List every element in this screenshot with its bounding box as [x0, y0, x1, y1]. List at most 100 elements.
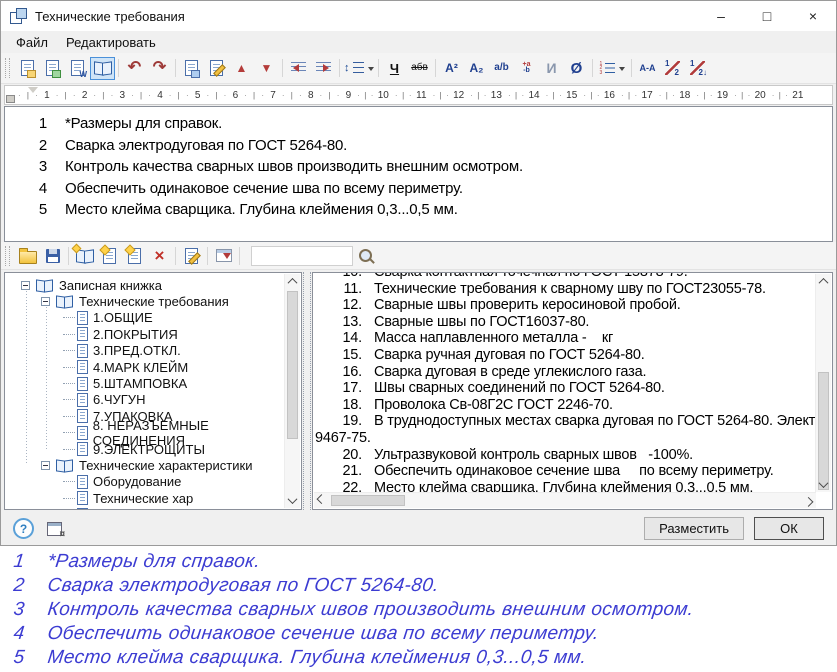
requirements-text-editor[interactable]: 1*Размеры для справок.2Сварка электродуг… — [4, 106, 833, 242]
superscript-icon[interactable]: A² — [439, 57, 464, 80]
maximize-button[interactable]: □ — [744, 1, 790, 31]
search-icon[interactable] — [353, 244, 378, 267]
ok-button[interactable]: ОК — [754, 517, 824, 540]
renumber-icon[interactable] — [660, 57, 685, 80]
open-notebook-icon[interactable] — [15, 244, 40, 267]
fraction-icon[interactable]: a/b — [489, 57, 514, 80]
window-title: Технические требования — [35, 9, 185, 24]
menu-edit[interactable]: Редактировать — [57, 33, 165, 52]
tree-item[interactable]: Технические требования — [7, 293, 301, 309]
list-horizontal-scrollbar[interactable] — [314, 492, 816, 508]
line-spacing-icon[interactable] — [343, 57, 375, 80]
redo-icon[interactable]: ↷ — [147, 57, 172, 80]
tree-item[interactable]: Записная книжка — [7, 277, 301, 293]
scroll-right-button[interactable] — [801, 493, 816, 508]
record-item[interactable]: 17.Швы сварных соединений по ГОСТ 5264-8… — [313, 380, 814, 397]
scrollbar-thumb[interactable] — [287, 291, 298, 439]
insert-text-from-file-icon[interactable] — [15, 57, 40, 80]
textbook-notebook-icon[interactable] — [90, 57, 115, 80]
tree-item[interactable]: Технические характеристики — [7, 457, 301, 473]
move-line-down-icon[interactable]: ▼ — [254, 57, 279, 80]
tree-item[interactable]: Трансформ 1 — [7, 506, 301, 510]
edit-source-icon[interactable] — [204, 57, 229, 80]
record-item[interactable]: 16.Сварка дуговая в среде углекислого га… — [313, 364, 814, 381]
scroll-up-button[interactable] — [285, 274, 300, 289]
insert-word-document-icon[interactable] — [65, 57, 90, 80]
record-item[interactable]: 13.Сварные швы по ГОСТ16037-80. — [313, 314, 814, 331]
underline-icon[interactable]: Ч — [382, 57, 407, 80]
tree-item[interactable]: Технические хар — [7, 490, 301, 506]
numbered-list-icon[interactable] — [596, 57, 628, 80]
ruler-unit: ·|·14 — [505, 90, 543, 101]
scroll-up-button[interactable] — [816, 274, 831, 289]
scrollbar-thumb[interactable] — [331, 495, 405, 506]
tree-node-icon — [77, 426, 88, 440]
save-text-to-file-icon[interactable] — [40, 57, 65, 80]
record-item[interactable]: 11.Технические требования к сварному шву… — [313, 281, 814, 298]
tree-item[interactable]: 4.МАРК КЛЕЙМ — [7, 359, 301, 375]
left-indent-marker[interactable] — [6, 95, 15, 103]
deviation-icon[interactable] — [514, 57, 539, 80]
subscript-icon[interactable]: A₂ — [464, 57, 489, 80]
diameter-icon[interactable]: Ø — [564, 57, 589, 80]
minimize-button[interactable]: – — [698, 1, 744, 31]
decrease-indent-icon[interactable] — [286, 57, 311, 80]
notebook-search-input[interactable] — [251, 246, 353, 266]
record-item[interactable]: 20.Ультразвуковой контроль сварных швов … — [313, 447, 814, 464]
record-item[interactable]: 19.В труднодоступных местах сварка дугов… — [313, 413, 814, 430]
ruler-unit: ·|·15 — [543, 90, 581, 101]
separator — [432, 57, 439, 79]
record-item[interactable]: 18.Проволока Св-08Г2С ГОСТ 2246-70. — [313, 397, 814, 414]
toolbar-grip[interactable] — [5, 58, 10, 78]
tree-item[interactable]: 8. НЕРАЗЪЕМНЫЕ СОЕДИНЕНИЯ — [7, 425, 301, 441]
scroll-down-button[interactable] — [285, 493, 300, 508]
new-record-icon[interactable] — [122, 244, 147, 267]
numbering-order-icon[interactable] — [685, 57, 710, 80]
editor-line: 3Контроль качества сварных швов производ… — [5, 156, 832, 178]
edit-record-icon[interactable] — [179, 244, 204, 267]
place-button[interactable]: Разместить — [644, 517, 744, 540]
tree-item[interactable]: 2.ПОКРЫТИЯ — [7, 326, 301, 342]
new-section-icon[interactable] — [97, 244, 122, 267]
move-line-up-icon[interactable]: ▲ — [229, 57, 254, 80]
list-vertical-scrollbar[interactable] — [815, 274, 831, 492]
tree-item[interactable]: 3.ПРЕД.ОТКЛ. — [7, 343, 301, 359]
scroll-left-button[interactable] — [314, 493, 329, 508]
dialog-footer: ? Разместить ОК — [1, 512, 836, 545]
ruler-unit: ·|·18 — [656, 90, 694, 101]
record-item[interactable]: 14.Масса наплавленного металла - кг — [313, 330, 814, 347]
tree-item[interactable]: 6.ЧУГУН — [7, 392, 301, 408]
copy-properties-icon[interactable] — [179, 57, 204, 80]
strikethrough-icon[interactable]: абв — [407, 57, 432, 80]
toolbar-grip[interactable] — [5, 246, 10, 266]
first-line-indent-marker[interactable] — [28, 87, 38, 98]
tree-collapse-icon[interactable] — [21, 281, 30, 290]
menu-file[interactable]: Файл — [7, 33, 57, 52]
view-designation-icon[interactable]: А-А — [635, 57, 660, 80]
record-item[interactable]: 9467-75. — [313, 430, 814, 447]
close-button[interactable]: × — [790, 1, 836, 31]
help-button[interactable]: ? — [13, 518, 34, 539]
insert-record-to-text-icon[interactable] — [211, 244, 236, 267]
tree-collapse-icon[interactable] — [41, 297, 50, 306]
record-item[interactable]: 10.Сварка контактная точечная по ГОСТ 15… — [313, 272, 814, 281]
tree-item[interactable]: 1.ОБЩИЕ — [7, 310, 301, 326]
tree-collapse-icon[interactable] — [41, 461, 50, 470]
record-item[interactable]: 22.Место клейма сварщика. Глубина клейме… — [313, 480, 814, 492]
undo-icon[interactable]: ↶ — [122, 57, 147, 80]
tree-item[interactable]: Оборудование — [7, 474, 301, 490]
record-item[interactable]: 12.Сварные швы проверить керосиновой про… — [313, 297, 814, 314]
record-item[interactable]: 15.Сварка ручная дуговая по ГОСТ 5264-80… — [313, 347, 814, 364]
save-notebook-icon[interactable] — [40, 244, 65, 267]
tree-scrollbar[interactable] — [284, 274, 300, 508]
increase-indent-icon[interactable] — [311, 57, 336, 80]
scrollbar-thumb[interactable] — [818, 372, 829, 490]
settings-button[interactable] — [42, 517, 67, 540]
pane-splitter[interactable] — [303, 272, 311, 510]
special-sign-icon[interactable]: И — [539, 57, 564, 80]
tree-node-icon — [77, 491, 88, 505]
delete-record-icon[interactable]: × — [147, 244, 172, 267]
record-item[interactable]: 21.Обеспечить одинаковое сечение шва по … — [313, 463, 814, 480]
tree-item[interactable]: 5.ШТАМПОВКА — [7, 375, 301, 391]
new-notebook-icon[interactable] — [72, 244, 97, 267]
